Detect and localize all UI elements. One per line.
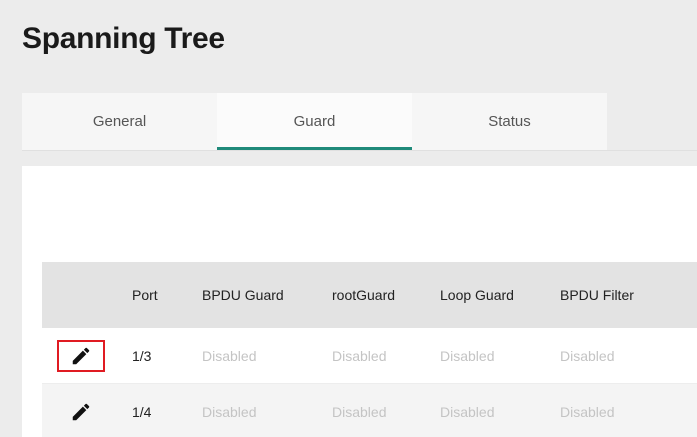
table-header: Port BPDU Guard rootGuard Loop Guard BPD… bbox=[42, 262, 697, 328]
edit-cell bbox=[42, 339, 120, 372]
header-bpdu-filter[interactable]: BPDU Filter bbox=[548, 287, 697, 303]
root-guard-cell: Disabled bbox=[332, 403, 387, 420]
table-row[interactable]: 1/4 Disabled Disabled Disabled Disabled bbox=[42, 384, 697, 437]
bpdu-guard-cell: Disabled bbox=[202, 347, 257, 364]
tab-general[interactable]: General bbox=[22, 93, 217, 150]
bpdu-guard-cell: Disabled bbox=[202, 403, 257, 420]
root-guard-cell: Disabled bbox=[332, 347, 387, 364]
loop-guard-cell: Disabled bbox=[440, 403, 495, 420]
edit-button[interactable] bbox=[57, 339, 105, 372]
table-row[interactable]: 1/3 Disabled Disabled Disabled Disabled bbox=[42, 328, 697, 384]
tab-bar: General Guard Status bbox=[22, 93, 607, 150]
header-root-guard[interactable]: rootGuard bbox=[320, 287, 428, 303]
loop-guard-cell: Disabled bbox=[440, 347, 495, 364]
pencil-icon bbox=[72, 403, 90, 420]
header-loop-guard[interactable]: Loop Guard bbox=[428, 287, 548, 303]
tab-status[interactable]: Status bbox=[412, 93, 607, 150]
tab-divider bbox=[22, 150, 697, 151]
header-bpdu-guard[interactable]: BPDU Guard bbox=[188, 287, 320, 303]
edit-cell bbox=[42, 396, 120, 428]
tab-guard[interactable]: Guard bbox=[217, 93, 412, 150]
pencil-icon bbox=[72, 347, 90, 364]
guard-table: Port BPDU Guard rootGuard Loop Guard BPD… bbox=[42, 262, 697, 437]
header-port[interactable]: Port bbox=[120, 287, 188, 303]
bpdu-filter-cell: Disabled bbox=[560, 403, 615, 420]
port-cell: 1/3 bbox=[132, 347, 152, 364]
port-cell: 1/4 bbox=[132, 403, 152, 420]
page: Spanning Tree General Guard Status Port … bbox=[0, 0, 697, 437]
content-panel: Port BPDU Guard rootGuard Loop Guard BPD… bbox=[22, 166, 697, 437]
page-title: Spanning Tree bbox=[22, 22, 225, 55]
edit-button[interactable] bbox=[57, 396, 105, 428]
bpdu-filter-cell: Disabled bbox=[560, 347, 615, 364]
